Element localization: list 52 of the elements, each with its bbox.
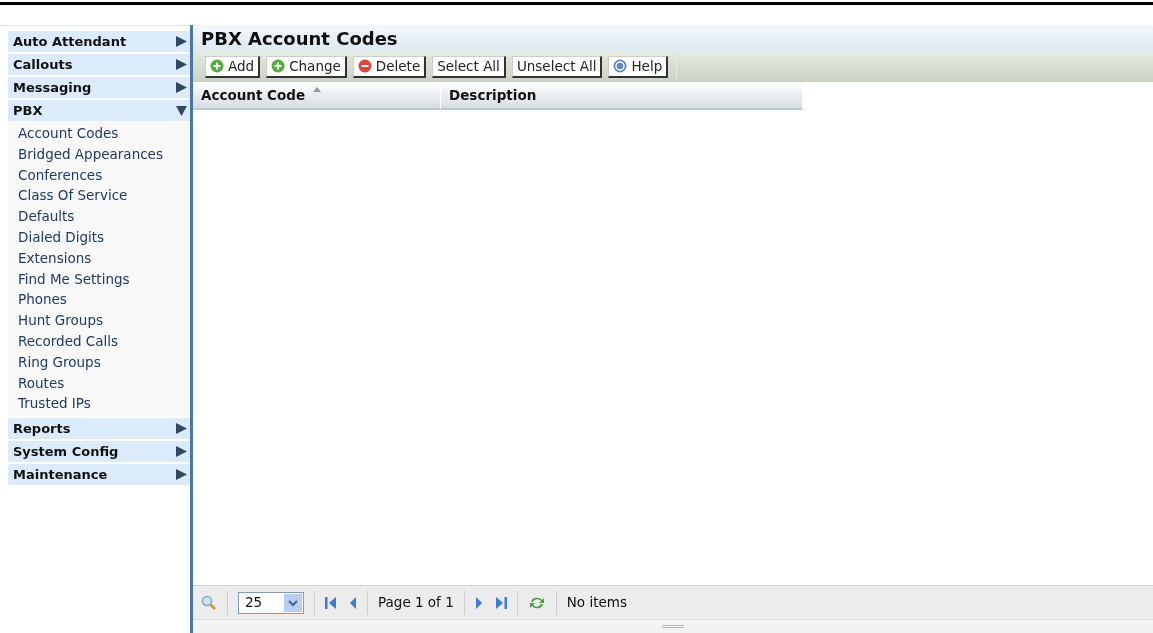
sidebar-item[interactable]: Hunt Groups: [18, 310, 190, 331]
expand-arrow-icon: [176, 82, 187, 93]
expand-arrow-icon: [176, 36, 187, 47]
previous-page-icon[interactable]: [349, 595, 357, 610]
column-header[interactable]: Description: [441, 82, 803, 110]
toolbar-button[interactable]: Unselect All: [511, 55, 603, 78]
sidebar-item[interactable]: Conferences: [18, 164, 190, 186]
sidebar-item[interactable]: Defaults: [18, 206, 190, 227]
sidebar-item[interactable]: Dialed Digits: [18, 227, 190, 248]
sidebar-item[interactable]: Recorded Calls: [18, 330, 190, 352]
last-page-icon[interactable]: [494, 595, 507, 610]
sidebar-section[interactable]: System Config: [8, 441, 190, 463]
page-size-select[interactable]: 25: [238, 591, 304, 614]
toolbar-button[interactable]: Help: [608, 55, 669, 78]
plus-icon: [210, 59, 224, 73]
plus-icon: [271, 59, 286, 73]
sidebar-item[interactable]: Find Me Settings: [18, 268, 190, 290]
sidebar-section[interactable]: Callouts: [8, 54, 190, 75]
expand-arrow-icon: [176, 469, 187, 481]
resize-handle[interactable]: [662, 625, 684, 628]
next-page-icon[interactable]: [474, 595, 483, 610]
status-text: No items: [566, 593, 627, 613]
toolbar-button[interactable]: Change: [266, 55, 347, 78]
sidebar-item[interactable]: Routes: [18, 372, 190, 394]
help-icon: [613, 59, 628, 73]
expand-arrow-icon: [176, 423, 187, 435]
dropdown-caret-icon: [284, 593, 302, 612]
expand-arrow-icon: [176, 59, 187, 70]
sidebar-section[interactable]: Reports: [8, 418, 190, 440]
column-header[interactable]: Account Code: [193, 82, 441, 110]
search-icon[interactable]: [201, 594, 217, 611]
first-page-icon[interactable]: [325, 595, 337, 610]
toolbar-button[interactable]: Add: [205, 55, 261, 78]
sort-caret-icon: [313, 87, 322, 92]
sidebar-item[interactable]: Extensions: [18, 247, 190, 269]
sidebar-item[interactable]: Bridged Appearances: [18, 143, 190, 165]
expand-arrow-icon: [176, 446, 187, 458]
sidebar-section[interactable]: Messaging: [8, 77, 190, 98]
page-info: Page 1 of 1: [378, 593, 454, 613]
sidebar-section[interactable]: Auto Attendant: [8, 31, 190, 52]
sidebar-item[interactable]: Phones: [18, 289, 190, 311]
minus-icon: [357, 59, 372, 73]
sidebar-item[interactable]: Ring Groups: [18, 351, 190, 373]
sidebar-item[interactable]: Account Codes: [18, 123, 190, 144]
panel-title: PBX Account Codes: [193, 25, 1153, 51]
sidebar-item[interactable]: Class Of Service: [18, 185, 190, 207]
toolbar-button[interactable]: Delete: [352, 55, 427, 78]
sidebar-section[interactable]: Maintenance: [8, 464, 190, 486]
sidebar-section[interactable]: PBX: [8, 100, 190, 121]
sidebar-item[interactable]: Trusted IPs: [18, 393, 190, 415]
collapse-arrow-icon: [176, 105, 187, 116]
toolbar-button[interactable]: Select All: [432, 55, 506, 78]
